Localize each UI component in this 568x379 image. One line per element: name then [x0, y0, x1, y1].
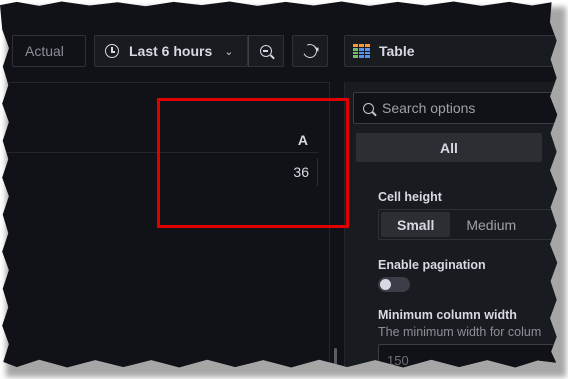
options-pane: Search options All Cell height Small Med… — [344, 82, 558, 368]
panel-toolbar: Actual Last 6 hours ⌄ Table — [0, 1, 558, 82]
visualization-picker[interactable]: Table — [344, 35, 558, 67]
tab-all[interactable]: All — [356, 133, 542, 162]
zoom-out-button[interactable] — [248, 35, 284, 67]
tab-all-label: All — [440, 139, 458, 156]
search-placeholder: Search options — [382, 100, 476, 116]
chevron-down-icon: ⌄ — [224, 45, 234, 58]
refresh-button[interactable] — [292, 35, 328, 67]
actual-button[interactable]: Actual — [12, 35, 86, 67]
clock-icon — [105, 44, 119, 58]
pagination-toggle[interactable] — [378, 277, 410, 292]
highlight-box — [157, 98, 349, 228]
cell-height-label: Cell height — [378, 190, 442, 204]
search-options-input[interactable]: Search options — [353, 92, 558, 124]
search-icon — [363, 102, 374, 114]
cell-height-radio-group: Small Medium — [378, 209, 558, 240]
zoom-out-icon — [260, 45, 272, 57]
pagination-label: Enable pagination — [378, 258, 486, 272]
actual-label: Actual — [25, 43, 64, 59]
time-range-label: Last 6 hours — [129, 43, 213, 59]
cell-height-small-option[interactable]: Small — [381, 212, 451, 237]
min-column-width-description: The minimum width for colum — [378, 325, 542, 339]
min-column-width-label: Minimum column width — [378, 308, 517, 322]
time-range-picker[interactable]: Last 6 hours ⌄ — [94, 35, 248, 67]
visualization-label: Table — [379, 43, 415, 59]
table-icon — [353, 44, 370, 58]
cell-height-medium-option[interactable]: Medium — [450, 212, 532, 237]
refresh-icon — [301, 42, 319, 60]
